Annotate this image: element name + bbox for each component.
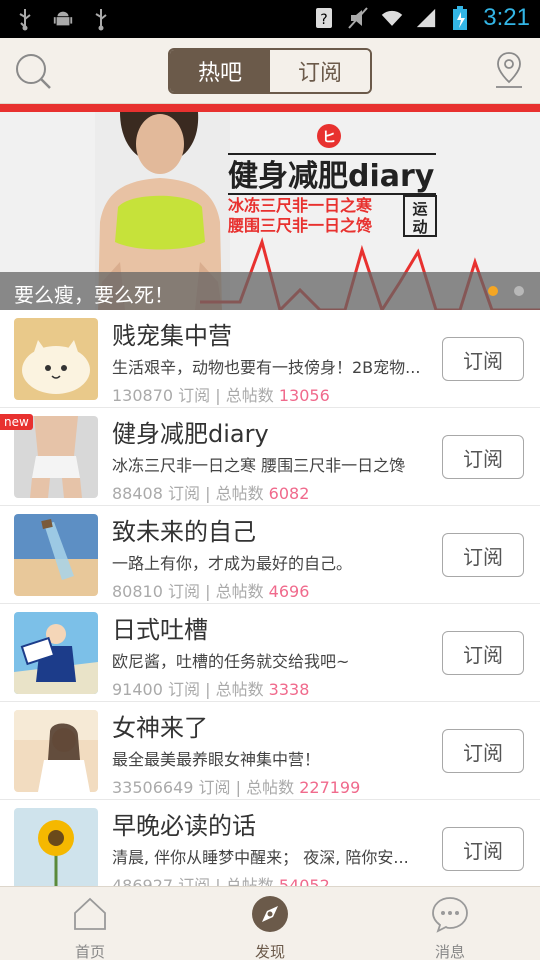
- forum-title: 健身减肥diary: [112, 420, 269, 448]
- bottom-nav: 首页 发现 消息: [0, 886, 540, 961]
- subscriber-count: 80810: [112, 582, 163, 601]
- android-icon: [52, 6, 74, 32]
- banner-stamp-bottom: 动: [412, 218, 427, 236]
- forum-description: 清晨, 伴你从睡梦中醒来； 夜深, 陪你安...: [112, 848, 409, 867]
- wifi-icon: [381, 5, 403, 31]
- forum-description: 欧尼酱，吐槽的任务就交给我吧~: [112, 652, 350, 671]
- tab-hot[interactable]: 热吧: [170, 50, 270, 92]
- subscribe-button[interactable]: 订阅: [442, 631, 524, 675]
- stats-label: 订阅 | 总帖数: [168, 582, 264, 601]
- forum-title: 致未来的自己: [112, 518, 256, 546]
- banner-line-1: 冰冻三尺非一日之寒: [228, 196, 373, 215]
- stats-label: 订阅 | 总帖数: [198, 778, 295, 797]
- forum-stats: 91400 订阅 | 总帖数 3338: [112, 676, 309, 700]
- nav-label: 首页: [74, 943, 105, 961]
- thumbnail-sunflower: [14, 808, 98, 886]
- forum-description: 生活艰辛，动物也要有一技傍身！2B宠物...: [112, 358, 421, 377]
- banner-headline: 健身减肥diary: [228, 159, 435, 194]
- banner-carousel[interactable]: ヒ 健身减肥diary 冰冻三尺非一日之寒 腰围三尺非一日之馋 运 动 要么瘦，…: [0, 112, 540, 310]
- forum-title: 日式吐槽: [112, 616, 208, 644]
- tab-subscribed[interactable]: 订阅: [270, 50, 370, 92]
- home-icon: [71, 895, 109, 933]
- forum-title: 女神来了: [112, 714, 208, 742]
- stats-label: 订阅 | 总帖数: [168, 680, 264, 699]
- nav-label: 发现: [254, 943, 285, 961]
- forum-stats: 486927 订阅 | 总帖数 54052: [112, 872, 330, 886]
- forum-description: 一路上有你，才成为最好的自己。: [112, 554, 353, 573]
- compass-icon: [251, 895, 289, 933]
- subscriber-count: 486927: [112, 876, 174, 886]
- new-badge: new: [0, 414, 33, 430]
- subscribe-button[interactable]: 订阅: [442, 827, 524, 871]
- list-item[interactable]: 女神来了 最全最美最养眼女神集中营！ 33506649 订阅 | 总帖数 227…: [0, 702, 540, 800]
- forum-stats: 88408 订阅 | 总帖数 6082: [112, 480, 309, 504]
- forum-stats: 33506649 订阅 | 总帖数 227199: [112, 774, 360, 798]
- subscriber-count: 88408: [112, 484, 163, 503]
- search-icon: [14, 54, 52, 94]
- carousel-dot[interactable]: [514, 286, 524, 296]
- message-icon: [431, 895, 469, 933]
- post-count: 4696: [268, 582, 310, 601]
- subscriber-count: 130870: [112, 386, 174, 405]
- nav-item-home[interactable]: 首页: [0, 887, 180, 961]
- list-item[interactable]: 致未来的自己 一路上有你，才成为最好的自己。 80810 订阅 | 总帖数 46…: [0, 506, 540, 604]
- top-bar: 热吧 订阅: [0, 38, 540, 104]
- usb-icon: [90, 6, 112, 32]
- carousel-dot-active[interactable]: [488, 286, 498, 296]
- banner-caption: 要么瘦，要么死！: [14, 283, 174, 307]
- nav-item-discover[interactable]: 发现: [180, 887, 360, 961]
- post-count: 3338: [268, 680, 310, 699]
- stats-label: 订阅 | 总帖数: [168, 484, 264, 503]
- banner-caption-bar: 要么瘦，要么死！: [0, 272, 540, 310]
- subscribe-button[interactable]: 订阅: [442, 337, 524, 381]
- list-item[interactable]: 早晚必读的话 清晨, 伴你从睡梦中醒来； 夜深, 陪你安... 486927 订…: [0, 800, 540, 886]
- subscribe-button[interactable]: 订阅: [442, 533, 524, 577]
- forum-title: 早晚必读的话: [112, 812, 256, 840]
- clock: 3:21: [483, 4, 530, 31]
- banner-stamp-top: 运: [412, 200, 427, 218]
- segment-tabs: 热吧 订阅: [168, 48, 372, 94]
- forum-list: 贱宠集中营 生活艰辛，动物也要有一技傍身！2B宠物... 130870 订阅 |…: [0, 310, 540, 886]
- stats-label: 订阅 | 总帖数: [178, 876, 274, 886]
- signal-icon: [415, 5, 437, 31]
- list-item[interactable]: 贱宠集中营 生活艰辛，动物也要有一技傍身！2B宠物... 130870 订阅 |…: [0, 310, 540, 408]
- subscriber-count: 91400: [112, 680, 163, 699]
- thumbnail-bottle: [14, 514, 98, 596]
- forum-description: 最全最美最养眼女神集中营！: [112, 750, 321, 769]
- nav-item-messages[interactable]: 消息: [360, 887, 540, 961]
- location-pin-icon: [494, 52, 524, 94]
- svg-text:?: ?: [321, 12, 328, 28]
- subscriber-count: 33506649: [112, 778, 194, 797]
- thumbnail-anime: [14, 612, 98, 694]
- banner-line-2: 腰围三尺非一日之馋: [228, 216, 372, 235]
- thumbnail-cat: [14, 318, 98, 400]
- post-count: 6082: [268, 484, 310, 503]
- status-bar: ? 3:21: [0, 0, 540, 38]
- banner-top-strip: [0, 104, 540, 112]
- post-count: 54052: [278, 876, 330, 886]
- forum-stats: 130870 订阅 | 总帖数 13056: [112, 382, 330, 406]
- nav-label: 消息: [434, 943, 465, 961]
- search-button[interactable]: [14, 52, 52, 90]
- stats-label: 订阅 | 总帖数: [178, 386, 274, 405]
- forum-description: 冰冻三尺非一日之寒 腰围三尺非一日之馋: [112, 456, 406, 475]
- forum-title: 贱宠集中营: [112, 322, 232, 350]
- subscribe-button[interactable]: 订阅: [442, 729, 524, 773]
- mute-icon: [347, 5, 369, 31]
- battery-icon: [449, 5, 471, 31]
- thumbnail-goddess: [14, 710, 98, 792]
- banner-logo-text: ヒ: [322, 130, 336, 146]
- forum-stats: 80810 订阅 | 总帖数 4696: [112, 578, 309, 602]
- post-count: 13056: [278, 386, 330, 405]
- usb-icon: [14, 6, 36, 32]
- location-button[interactable]: [494, 50, 524, 90]
- question-icon: ?: [313, 5, 335, 31]
- list-item[interactable]: new 健身减肥diary 冰冻三尺非一日之寒 腰围三尺非一日之馋 88408 …: [0, 408, 540, 506]
- list-item[interactable]: 日式吐槽 欧尼酱，吐槽的任务就交给我吧~ 91400 订阅 | 总帖数 3338…: [0, 604, 540, 702]
- post-count: 227199: [299, 778, 361, 797]
- subscribe-button[interactable]: 订阅: [442, 435, 524, 479]
